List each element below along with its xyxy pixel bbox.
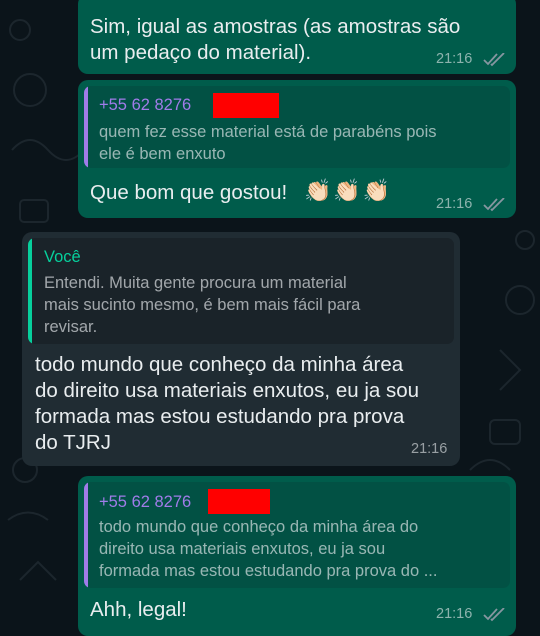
double-check-icon xyxy=(483,198,505,212)
quote-text: Entendi. Muita gente procura um material… xyxy=(44,274,361,336)
message-text: Ahh, legal! xyxy=(90,598,187,621)
message-time: 21:16 xyxy=(411,441,448,457)
message-text: todo mundo que conheço da minha área do … xyxy=(35,353,420,454)
quote-author: Você xyxy=(44,248,81,266)
quote-bar xyxy=(84,86,88,168)
redaction-box xyxy=(213,93,279,118)
quote-text: todo mundo que conheço da minha área do … xyxy=(99,518,438,580)
message-time: 21:16 xyxy=(436,606,473,622)
clapping-hands-emoji: 👏🏻👏🏻👏🏻 xyxy=(304,178,393,203)
quote-bar xyxy=(84,482,88,588)
quote-bar xyxy=(28,238,32,344)
double-check-icon xyxy=(483,53,505,67)
message-text: Que bom que gostou! xyxy=(90,181,288,204)
redaction-box xyxy=(208,489,270,514)
message-bubble-2[interactable]: +55 62 8276 quem fez esse material está … xyxy=(78,80,516,218)
quote-author: +55 62 8276 xyxy=(99,96,192,114)
message-bubble-1[interactable]: Sim, igual as amostras (as amostras são … xyxy=(78,0,516,74)
quote-author: +55 62 8276 xyxy=(99,493,192,511)
quoted-message[interactable]: +55 62 8276 quem fez esse material está … xyxy=(84,86,510,168)
quoted-message[interactable]: +55 62 8276 todo mundo que conheço da mi… xyxy=(84,482,510,588)
message-time: 21:16 xyxy=(436,196,473,212)
double-check-icon xyxy=(483,608,505,622)
quote-text: quem fez esse material está de parabéns … xyxy=(99,123,437,163)
message-time: 21:16 xyxy=(436,51,473,67)
message-bubble-3[interactable]: Você Entendi. Muita gente procura um mat… xyxy=(22,232,460,466)
quoted-message[interactable]: Você Entendi. Muita gente procura um mat… xyxy=(28,238,454,344)
message-bubble-4[interactable]: +55 62 8276 todo mundo que conheço da mi… xyxy=(78,476,516,636)
